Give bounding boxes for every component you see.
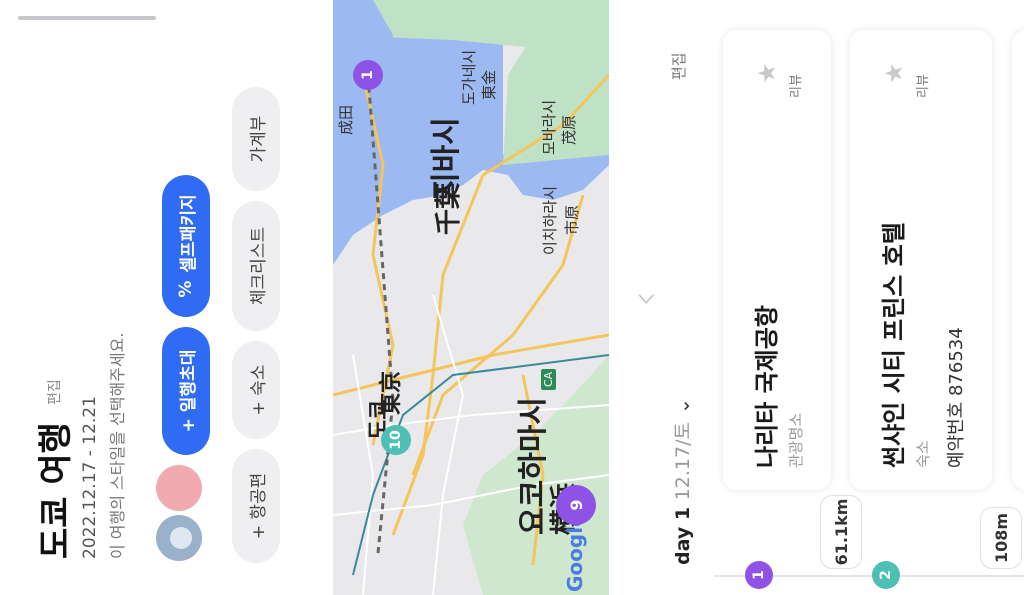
screen: 도쿄 여행 편집 2022.12.17 - 12.21 이 여행의 스타일을 선… [0, 0, 1024, 595]
add-lodging-label: + 숙소 [248, 364, 269, 416]
budget-label: 가계부 [248, 115, 269, 163]
star-icon[interactable]: ★ [880, 62, 908, 84]
label-mobara: 모바라시 [540, 99, 558, 155]
label-ichihara-kanji: 市原 [563, 204, 581, 235]
review-link[interactable]: 리뷰 [785, 74, 804, 98]
timeline-marker-2: 2 [872, 561, 900, 589]
invite-companion-button[interactable]: + 일행초대 [162, 327, 210, 455]
label-togane-kanji: 東金 [480, 69, 498, 100]
invite-label: + 일행초대 [178, 349, 199, 433]
day-date: 12.17/토 [672, 422, 694, 501]
member-avatar[interactable] [156, 515, 202, 561]
chevron-down-icon: ⌄ [672, 398, 694, 415]
add-lodging-button[interactable]: + 숙소 [232, 341, 280, 439]
self-package-button[interactable]: % 셀프패키지 [162, 175, 210, 317]
collapse-chevron-icon[interactable]: ‹ [622, 291, 668, 307]
trip-dates: 2022.12.17 - 12.21 [80, 396, 100, 559]
day-label: day 1 [672, 506, 694, 565]
checklist-button[interactable]: 체크리스트 [232, 201, 280, 331]
label-chiba-kanji: 千葉 [434, 182, 464, 235]
place-category: 관광명소 [787, 412, 805, 468]
marker-9-number: 9 [566, 499, 586, 511]
road-sign-ca: CA [541, 368, 556, 390]
label-mobara-kanji: 茂原 [560, 114, 578, 145]
rotated-content: 도쿄 여행 편집 2022.12.17 - 12.21 이 여행의 스타일을 선… [0, 0, 1024, 595]
place-card-hotel[interactable]: 썬샤인 시티 프린스 호텔 숙소 예약번호 876534 ★ 리뷰 [850, 30, 992, 490]
map-marker-10[interactable]: 10 [381, 425, 411, 455]
review-link[interactable]: 리뷰 [912, 74, 931, 98]
distance-2: 108m [980, 507, 1022, 569]
add-flight-button[interactable]: + 항공편 [232, 449, 280, 563]
add-flight-label: + 항공편 [248, 472, 269, 540]
place-card-partial[interactable] [1012, 30, 1024, 490]
budget-button[interactable]: 가계부 [232, 87, 280, 191]
timeline-number-2: 2 [878, 570, 894, 580]
place-name: 썬샤인 시티 프린스 호텔 [880, 222, 908, 468]
label-narita: 成田 [337, 104, 355, 135]
self-package-label: 셀프패키지 [178, 194, 199, 273]
checklist-label: 체크리스트 [248, 226, 269, 306]
place-name: 나리타 국제공항 [753, 305, 781, 468]
marker-1-number: 1 [360, 70, 376, 80]
timeline-marker-1: 1 [745, 561, 773, 589]
sheet-drag-handle[interactable] [18, 16, 156, 20]
avatar-person-icon [170, 527, 192, 549]
itinerary-edit-link[interactable]: 편집 [668, 52, 689, 80]
style-hint: 이 여행의 스타일을 선택해주세요. [108, 332, 127, 559]
reservation-number: 예약번호 876534 [946, 327, 967, 468]
label-tokyo-kanji: 東京 [379, 370, 404, 415]
map-marker-1[interactable]: 1 [353, 60, 383, 90]
marker-10-number: 10 [388, 430, 404, 450]
map-marker-9[interactable]: 9 [556, 485, 596, 525]
timeline-number-1: 1 [751, 570, 767, 580]
star-icon[interactable]: ★ [753, 62, 781, 84]
label-ichihara: 이치하라시 [541, 185, 559, 255]
percent-icon: % [176, 280, 196, 298]
trip-edit-link[interactable]: 편집 [44, 379, 64, 405]
trip-title: 도쿄 여행 [36, 422, 76, 559]
distance-1: 61.1km [820, 495, 862, 569]
label-togane: 도가네시 [460, 49, 478, 105]
place-category: 숙소 [914, 440, 932, 468]
google-logo: Google [563, 513, 587, 592]
day-selector[interactable]: day 1 12.17/토 ⌄ [668, 398, 695, 565]
route-map[interactable]: 지바시 千葉 도쿄 東京 요코하마시 横浜 成田 도가네시 東金 모바라시 茂原… [333, 0, 609, 595]
place-card-narita[interactable]: 나리타 국제공항 관광명소 ★ 리뷰 [723, 30, 831, 490]
member-avatar-2[interactable] [156, 465, 202, 511]
